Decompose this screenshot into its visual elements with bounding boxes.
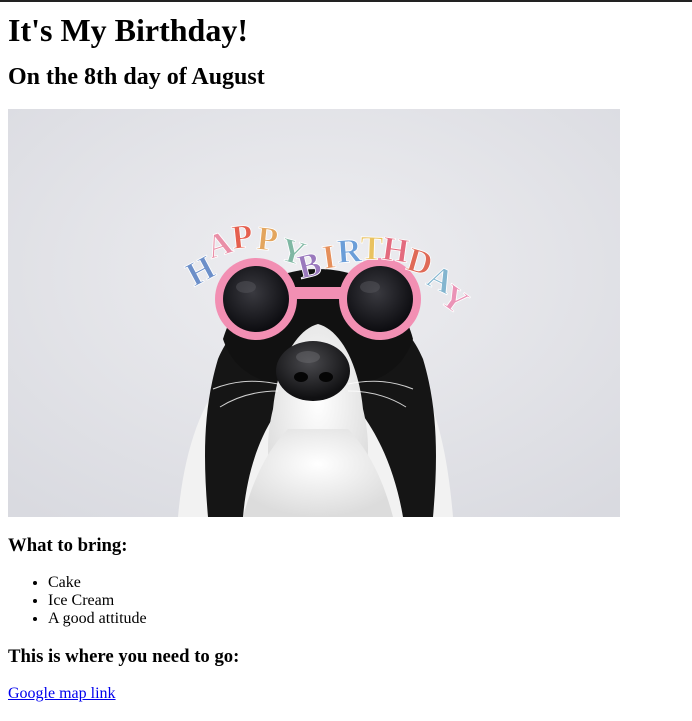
birthday-dog-photo: H A P P Y B I R T H D A Y xyxy=(8,109,620,517)
page-content: It's My Birthday! On the 8th day of Augu… xyxy=(0,11,692,704)
bring-heading: What to bring: xyxy=(8,535,128,556)
page-subtitle: On the 8th day of August xyxy=(8,64,265,90)
list-item: Cake xyxy=(48,574,684,592)
svg-text:P: P xyxy=(230,218,255,257)
list-item: A good attitude xyxy=(48,610,684,628)
bring-list: Cake Ice Cream A good attitude xyxy=(8,574,684,628)
page-title: It's My Birthday! xyxy=(8,12,248,48)
google-map-link[interactable]: Google map link xyxy=(8,685,116,702)
list-item: Ice Cream xyxy=(48,592,684,610)
map-link-paragraph: Google map link xyxy=(8,684,684,704)
location-heading: This is where you need to go: xyxy=(8,646,240,667)
svg-text:P: P xyxy=(255,220,280,259)
